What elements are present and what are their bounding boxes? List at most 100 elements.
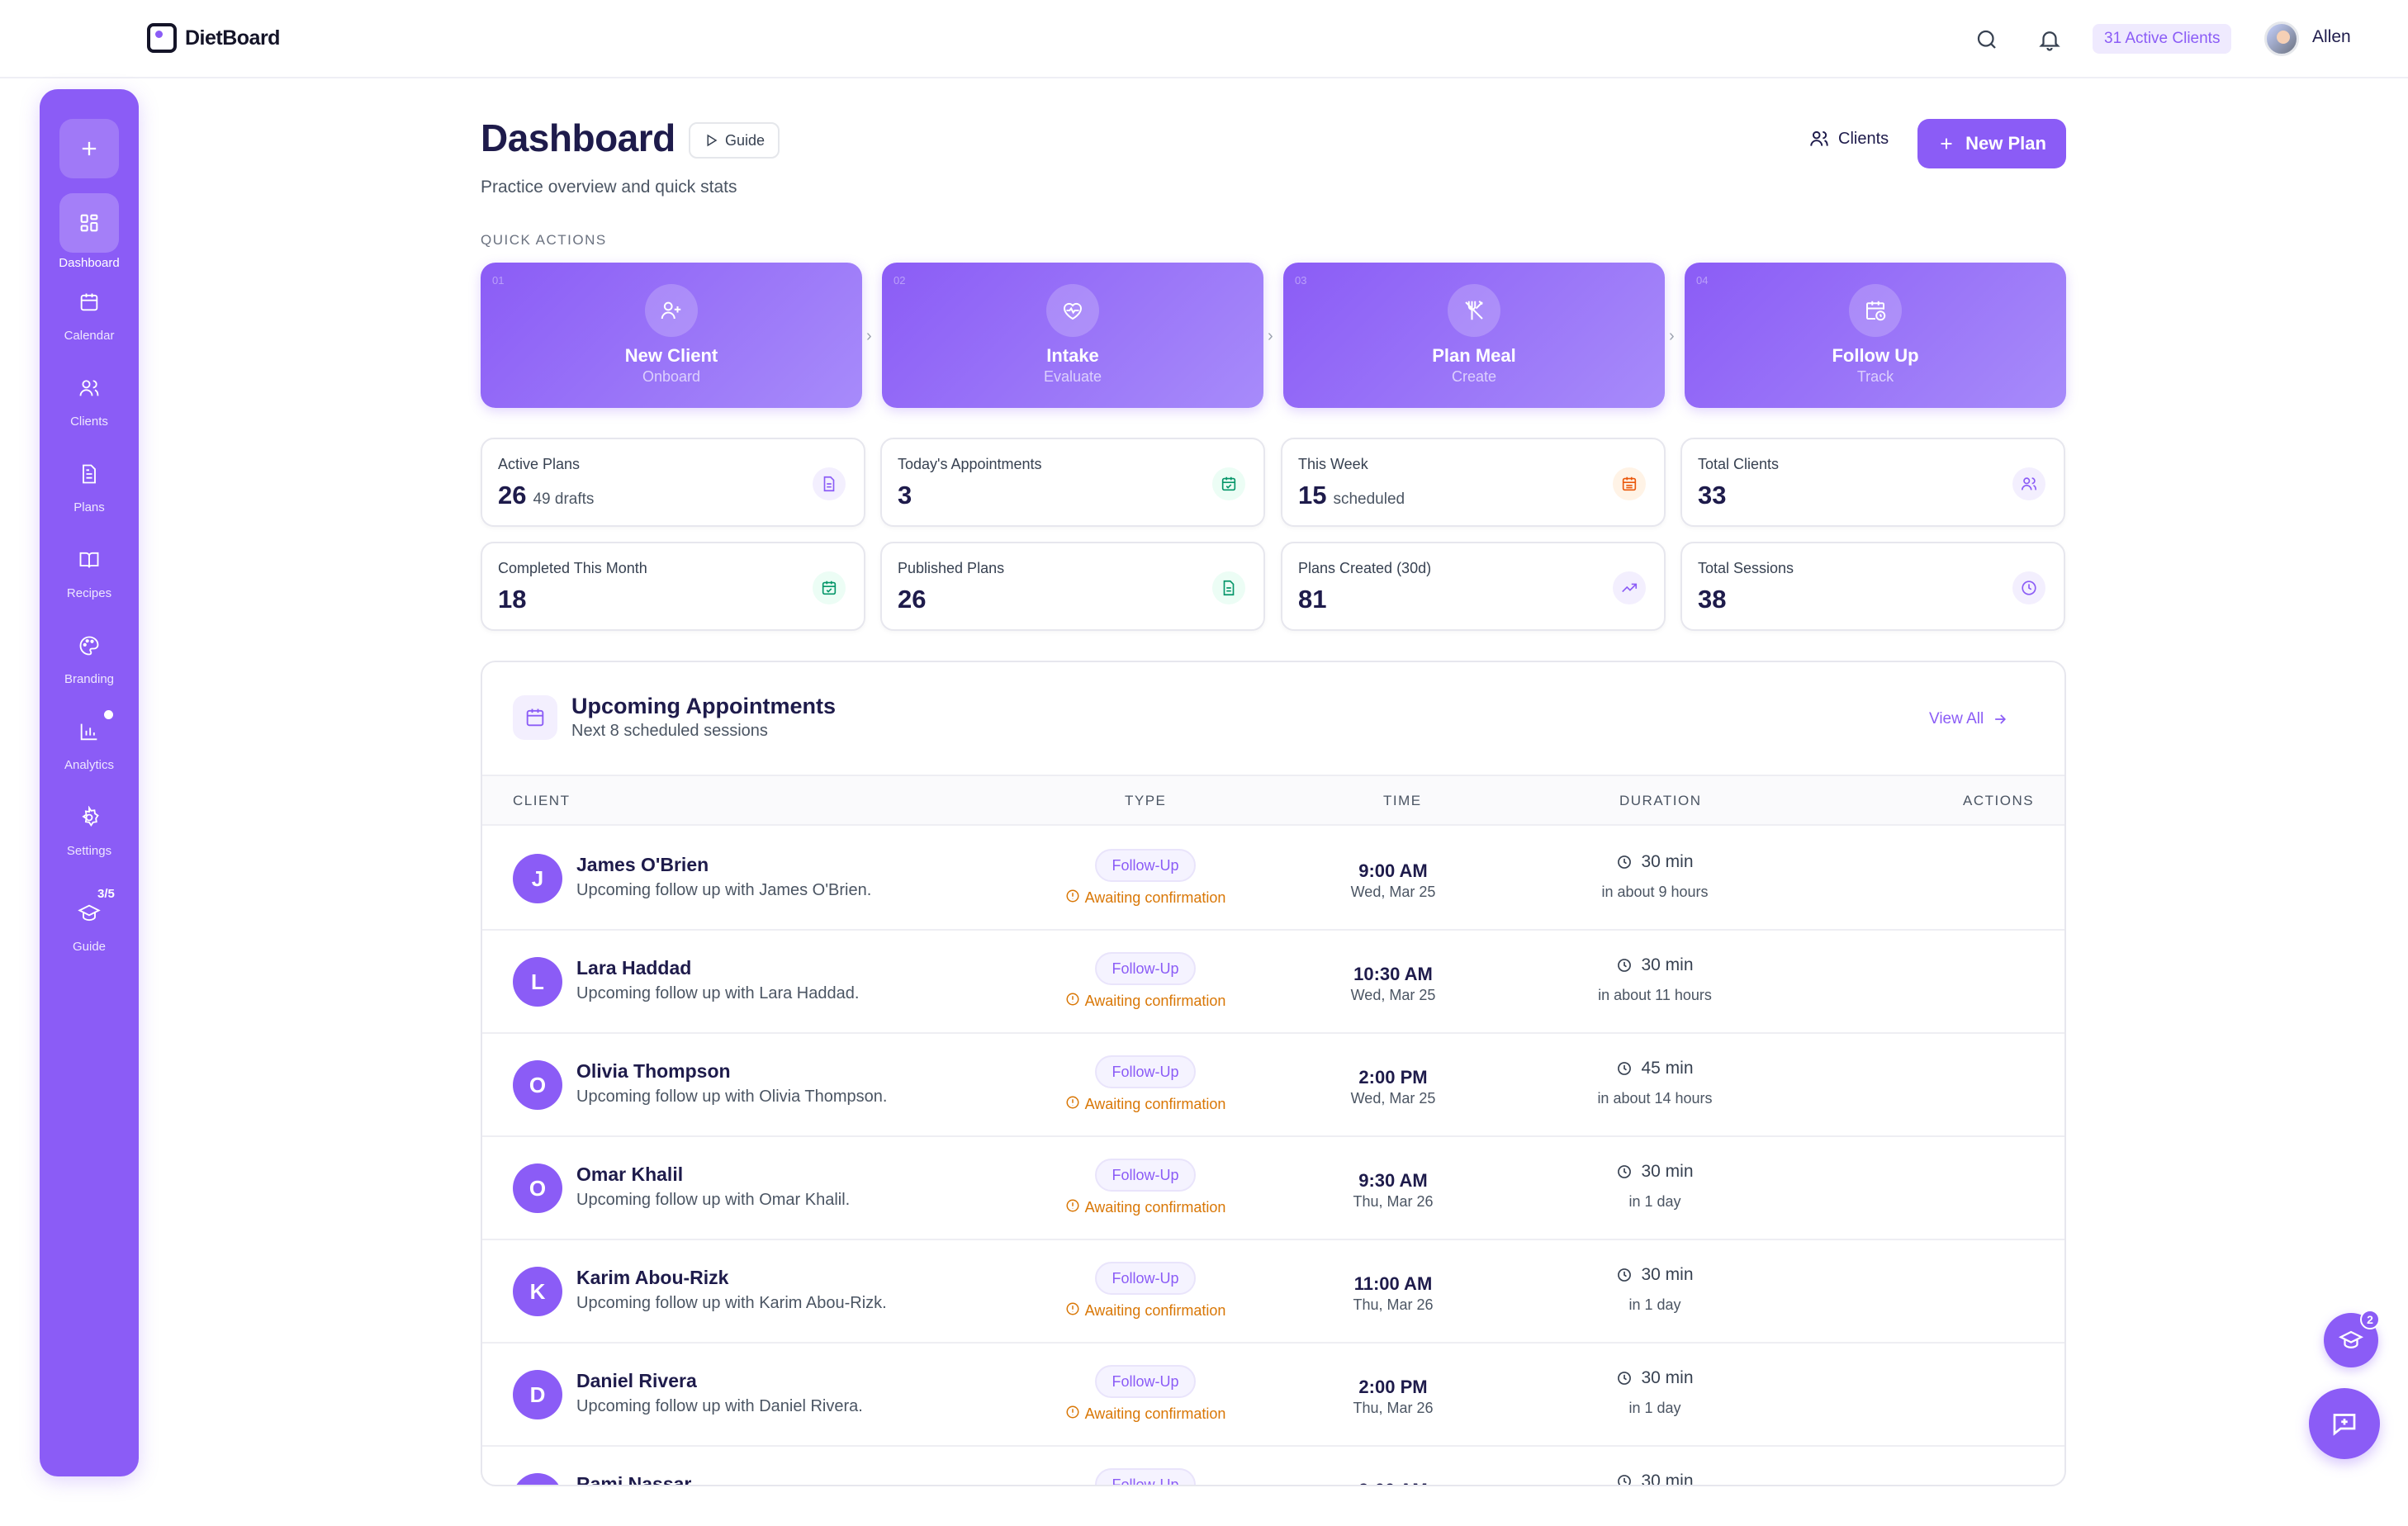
clock-icon [1616, 1267, 1633, 1283]
client-name[interactable]: Karim Abou-Rizk [576, 1267, 728, 1289]
appointment-description: Upcoming follow up with Omar Khalil. [576, 1191, 851, 1209]
sidebar-item-settings[interactable]: Settings [40, 794, 139, 877]
document-icon [813, 467, 846, 500]
sidebar-item-plans[interactable]: Plans [40, 451, 139, 533]
quick-action-title: Plan Meal [1432, 345, 1516, 366]
chat-floating-button[interactable] [2309, 1388, 2380, 1459]
appointment-type-badge: Follow-Up [1095, 849, 1196, 882]
duration-text: 30 min [1641, 1265, 1694, 1284]
stat-label: Completed This Month [498, 560, 647, 576]
duration-text: 30 min [1641, 1162, 1694, 1181]
clock-icon [1616, 1060, 1633, 1077]
client-name[interactable]: Omar Khalil [576, 1163, 683, 1186]
table-row[interactable]: D Daniel Rivera Upcoming follow up with Da… [482, 1344, 2064, 1447]
appointment-description: Upcoming follow up with Karim Abou-Rizk. [576, 1294, 887, 1312]
client-avatar: O [513, 1163, 562, 1213]
client-name[interactable]: Olivia Thompson [576, 1060, 731, 1083]
table-header: CLIENT TYPE TIME DURATION ACTIONS [482, 775, 2064, 826]
search-icon[interactable] [1970, 23, 2003, 56]
play-icon [707, 134, 718, 147]
relative-time: in about 9 hours [1601, 884, 1709, 900]
client-name[interactable]: Lara Haddad [576, 957, 691, 979]
guide-button[interactable]: Guide [689, 122, 780, 159]
user-plus-icon [645, 284, 698, 337]
quick-action-subtitle: Onboard [642, 368, 701, 385]
sidebar-item-dashboard[interactable]: Dashboard [40, 193, 139, 276]
calendar-icon [513, 695, 557, 740]
quick-action-intake[interactable]: 02 Intake Evaluate [882, 263, 1263, 408]
chevron-right-icon: › [1268, 327, 1273, 345]
sidebar-item-guide[interactable]: Guide [40, 890, 139, 973]
chevron-right-icon: › [1669, 327, 1675, 345]
notification-bell-icon[interactable] [2033, 23, 2066, 56]
step-number: 04 [1696, 274, 1709, 287]
alert-circle-icon [1065, 1198, 1080, 1217]
sidebar-item-branding[interactable]: Branding [40, 623, 139, 705]
stat-value: 18 [498, 585, 527, 614]
table-row[interactable]: O Olivia Thompson Upcoming follow up with … [482, 1034, 2064, 1137]
gear-icon [59, 794, 119, 841]
client-avatar: K [513, 1267, 562, 1316]
stat-card-total-sessions[interactable]: Total Sessions 38 [1680, 542, 2065, 631]
relative-time: in about 11 hours [1598, 987, 1712, 1003]
table-row[interactable]: K Karim Abou-Rizk Upcoming follow up with … [482, 1240, 2064, 1344]
app-logo[interactable]: DietBoard [147, 23, 280, 53]
view-all-link[interactable]: View All [1929, 710, 2008, 728]
users-icon [2012, 467, 2045, 500]
stat-card-this-week[interactable]: This Week 15 scheduled [1281, 438, 1666, 527]
page-title: Dashboard [481, 116, 675, 159]
client-name[interactable]: Daniel Rivera [576, 1370, 697, 1392]
table-row[interactable]: O Omar Khalil Upcoming follow up with Omar… [482, 1137, 2064, 1240]
sidebar-item-calendar[interactable]: Calendar [40, 279, 139, 362]
clients-button[interactable]: Clients [1808, 128, 1889, 149]
relative-time: in 1 day [1628, 1400, 1681, 1416]
stat-card-completed-this-month[interactable]: Completed This Month 18 [481, 542, 865, 631]
relative-time: in 1 day [1628, 1296, 1681, 1313]
users-icon [59, 365, 119, 411]
user-avatar[interactable] [2264, 21, 2299, 56]
column-header-type[interactable]: TYPE [1125, 793, 1166, 809]
stat-card-todays-appointments[interactable]: Today's Appointments 3 [880, 438, 1265, 527]
client-avatar: L [513, 957, 562, 1007]
clock-icon [1616, 957, 1633, 974]
appointment-time: 9:00 AM [1311, 1480, 1476, 1485]
stat-card-total-clients[interactable]: Total Clients 33 [1680, 438, 2065, 527]
client-name[interactable]: Rami Nassar [576, 1473, 691, 1485]
quick-action-subtitle: Evaluate [1043, 368, 1102, 385]
column-header-client[interactable]: CLIENT [513, 793, 570, 809]
sidebar-item-analytics[interactable]: Analytics [40, 708, 139, 791]
stat-card-plans-created[interactable]: Plans Created (30d) 81 [1281, 542, 1666, 631]
relative-time: in about 14 hours [1597, 1090, 1713, 1107]
table-row[interactable]: L Lara Haddad Upcoming follow up with Lara… [482, 931, 2064, 1034]
table-row[interactable]: J James O'Brien Upcoming follow up with Ja… [482, 827, 2064, 931]
sidebar-item-label: Settings [66, 844, 112, 858]
quick-action-new-client[interactable]: 01 New Client Onboard [481, 263, 862, 408]
quick-add-button[interactable] [59, 119, 119, 178]
appointment-time: 2:00 PM [1358, 1067, 1428, 1088]
app-name: DietBoard [185, 26, 280, 50]
user-name[interactable]: Allen [2312, 27, 2351, 47]
quick-action-title: New Client [624, 345, 718, 366]
guide-badge: 2 [2360, 1310, 2380, 1329]
utensils-crossed-icon [1448, 284, 1500, 337]
stat-card-published-plans[interactable]: Published Plans 26 [880, 542, 1265, 631]
active-clients-badge[interactable]: 31 Active Clients [2093, 24, 2232, 54]
view-all-label: View All [1929, 710, 1984, 727]
sidebar-item-label: Dashboard [59, 256, 120, 270]
stat-value: 38 [1698, 585, 1727, 614]
column-header-duration[interactable]: DURATION [1619, 793, 1702, 809]
quick-action-follow-up[interactable]: 04 Follow Up Track [1685, 263, 2066, 408]
sidebar-item-recipes[interactable]: Recipes [40, 537, 139, 619]
appointment-time: 2:00 PM [1358, 1377, 1428, 1397]
appointment-date: Wed, Mar 25 [1350, 884, 1436, 900]
quick-action-plan-meal[interactable]: 03 Plan Meal Create [1283, 263, 1665, 408]
client-name[interactable]: James O'Brien [576, 854, 709, 876]
table-row[interactable]: R Rami Nassar Follow-Up 9:00 AM 30 min [482, 1447, 2064, 1485]
appointment-type-badge: Follow-Up [1095, 1365, 1196, 1398]
stat-card-active-plans[interactable]: Active Plans 26 49 drafts [481, 438, 865, 527]
sidebar-item-clients[interactable]: Clients [40, 365, 139, 448]
alert-circle-icon [1065, 992, 1080, 1011]
new-plan-button[interactable]: New Plan [1917, 119, 2066, 168]
column-header-time[interactable]: TIME [1383, 793, 1422, 809]
status-badge: Awaiting confirmation [1060, 1405, 1230, 1424]
